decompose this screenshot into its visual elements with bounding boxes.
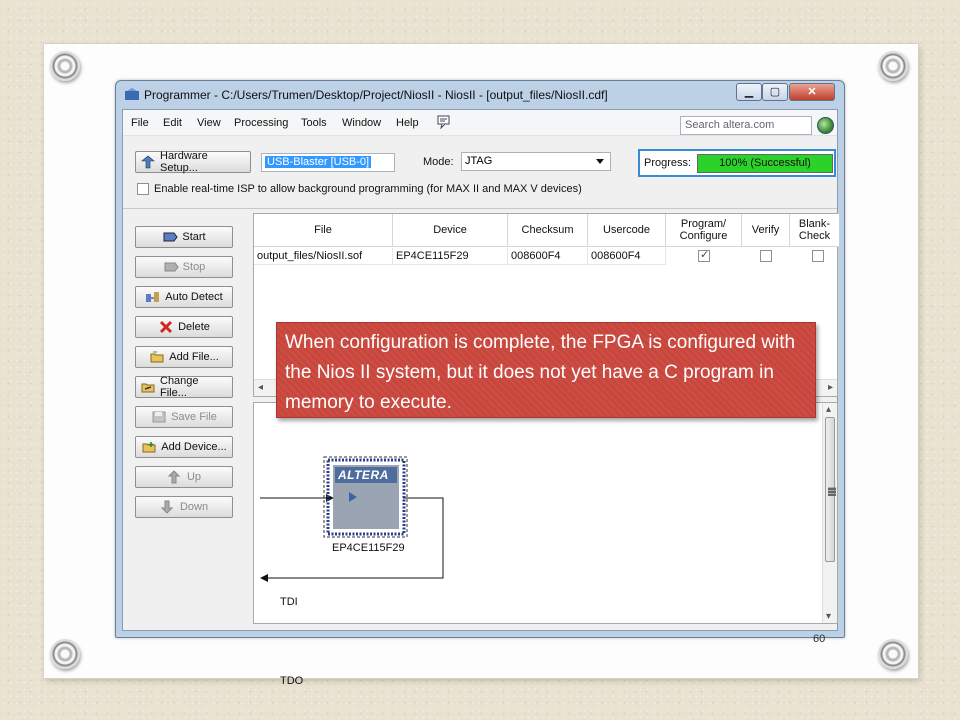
maximize-button[interactable]: ▢ [762,83,788,101]
help-pointer-icon[interactable] [436,115,452,129]
thumbtack-top-left-icon [50,51,80,81]
stop-icon [164,262,179,272]
hardware-setup-button[interactable]: Hardware Setup... [135,150,251,174]
progress-bar: 100% (Successful) [697,154,833,173]
scroll-grip-icon: ▬ ▬ ▬ [828,483,836,498]
save-file-button[interactable]: Save File [135,406,233,428]
column-header-usercode[interactable]: Usercode [588,214,666,247]
stop-label: Stop [182,261,206,273]
add-file-label: Add File... [169,351,219,363]
up-arrow-icon [167,470,181,484]
programmer-app-icon [125,88,139,100]
delete-button[interactable]: Delete [135,316,233,338]
change-file-button[interactable]: Change File... [135,375,233,399]
column-header-verify[interactable]: Verify [742,214,790,247]
minimize-button[interactable]: ▁ [736,83,762,101]
menu-bar: File Edit View Processing Tools Window H… [123,110,837,136]
auto-detect-icon [146,292,160,302]
thumbtack-bottom-right-icon [878,639,908,669]
isp-checkbox[interactable] [137,183,149,195]
table-cell-usercode[interactable]: 008600F4 [588,248,666,265]
title-bar[interactable]: Programmer - C:/Users/Trumen/Desktop/Pro… [116,81,844,109]
start-button[interactable]: Start [135,226,233,248]
mode-label: Mode: [423,156,454,168]
menu-edit[interactable]: Edit [163,117,182,129]
chevron-down-icon [596,159,604,164]
blank-check-checkbox[interactable] [812,250,824,262]
tdi-label: TDI [280,596,298,608]
menu-view[interactable]: View [197,117,221,129]
mode-select[interactable]: JTAG [461,152,611,171]
start-icon [163,232,178,242]
tdo-arrow-icon [260,574,268,582]
save-file-label: Save File [171,411,217,423]
jtag-chain-diagram: TDI TDO ALTERA EP4CE115F29 ▴ ▬ ▬ ▬ ▾ [253,402,838,687]
scroll-down-icon[interactable]: ▾ [826,611,831,622]
progress-label: Progress: [644,157,692,169]
column-header-blank-check[interactable]: Blank- Check [790,214,839,247]
hardware-field[interactable]: USB-Blaster [USB-0] [261,153,395,172]
vertical-scrollbar[interactable]: ▴ ▬ ▬ ▬ ▾ [822,403,837,623]
add-device-label: Add Device... [161,441,227,453]
menu-help[interactable]: Help [396,117,419,129]
table-cell-checksum[interactable]: 008600F4 [508,248,588,265]
jtag-chain-graphic [260,456,444,582]
hardware-setup-label: Hardware Setup... [160,150,208,174]
mode-value: JTAG [465,155,493,167]
window-title: Programmer - C:/Users/Trumen/Desktop/Pro… [144,88,608,102]
table-cell-file[interactable]: output_files/NiosII.sof [254,248,393,265]
change-file-label: Change File... [160,375,199,399]
hardware-setup-icon [141,155,155,169]
scroll-left-icon[interactable]: ◂ [258,382,263,393]
menu-processing[interactable]: Processing [234,117,288,129]
close-button[interactable]: ✕ [789,83,835,101]
scroll-right-icon[interactable]: ▸ [828,382,833,393]
isp-checkbox-label: Enable real-time ISP to allow background… [154,183,582,195]
column-header-device[interactable]: Device [393,214,508,247]
table-cell-device[interactable]: EP4CE115F29 [393,248,508,265]
tdo-label: TDO [280,675,304,687]
stop-button[interactable]: Stop [135,256,233,278]
program-configure-checkbox[interactable] [698,248,710,262]
column-header-file[interactable]: File [254,214,393,247]
vertical-scroll-thumb[interactable]: ▬ ▬ ▬ [825,417,836,562]
progress-text: 100% (Successful) [719,157,811,169]
down-arrow-icon [160,500,174,514]
menu-window[interactable]: Window [342,117,381,129]
menu-tools[interactable]: Tools [301,117,327,129]
auto-detect-label: Auto Detect [165,291,223,303]
up-label: Up [186,471,202,483]
down-button[interactable]: Down [135,496,233,518]
callout-annotation: When configuration is complete, the FPGA… [276,322,816,418]
change-file-icon [141,383,155,393]
scroll-up-icon[interactable]: ▴ [826,404,831,415]
save-file-icon [152,411,166,423]
up-button[interactable]: Up [135,466,233,488]
verify-checkbox[interactable] [760,250,772,262]
thumbtack-top-right-icon [878,51,908,81]
add-file-button[interactable]: Add File... [135,346,233,368]
column-header-checksum[interactable]: Checksum [508,214,588,247]
page-number: 60 [813,633,826,645]
add-device-icon [142,442,156,453]
progress-panel: Progress: 100% (Successful) [638,149,836,177]
delete-label: Delete [178,321,210,333]
chip-name-label: EP4CE115F29 [332,542,405,554]
toolbar-divider [123,208,837,209]
column-header-program-configure[interactable]: Program/ Configure [666,214,742,247]
add-device-button[interactable]: Add Device... [135,436,233,458]
callout-text: When configuration is complete, the FPGA… [285,332,796,413]
auto-detect-button[interactable]: Auto Detect [135,286,233,308]
down-label: Down [179,501,209,513]
globe-icon[interactable] [817,117,834,134]
start-label: Start [182,231,206,243]
add-file-icon [150,351,164,363]
delete-icon [160,320,173,334]
menu-file[interactable]: File [131,117,149,129]
chip-logo-text: ALTERA [338,468,389,482]
thumbtack-bottom-left-icon [50,639,80,669]
hardware-value: USB-Blaster [USB-0] [265,156,372,168]
search-input[interactable]: Search altera.com [680,116,812,135]
